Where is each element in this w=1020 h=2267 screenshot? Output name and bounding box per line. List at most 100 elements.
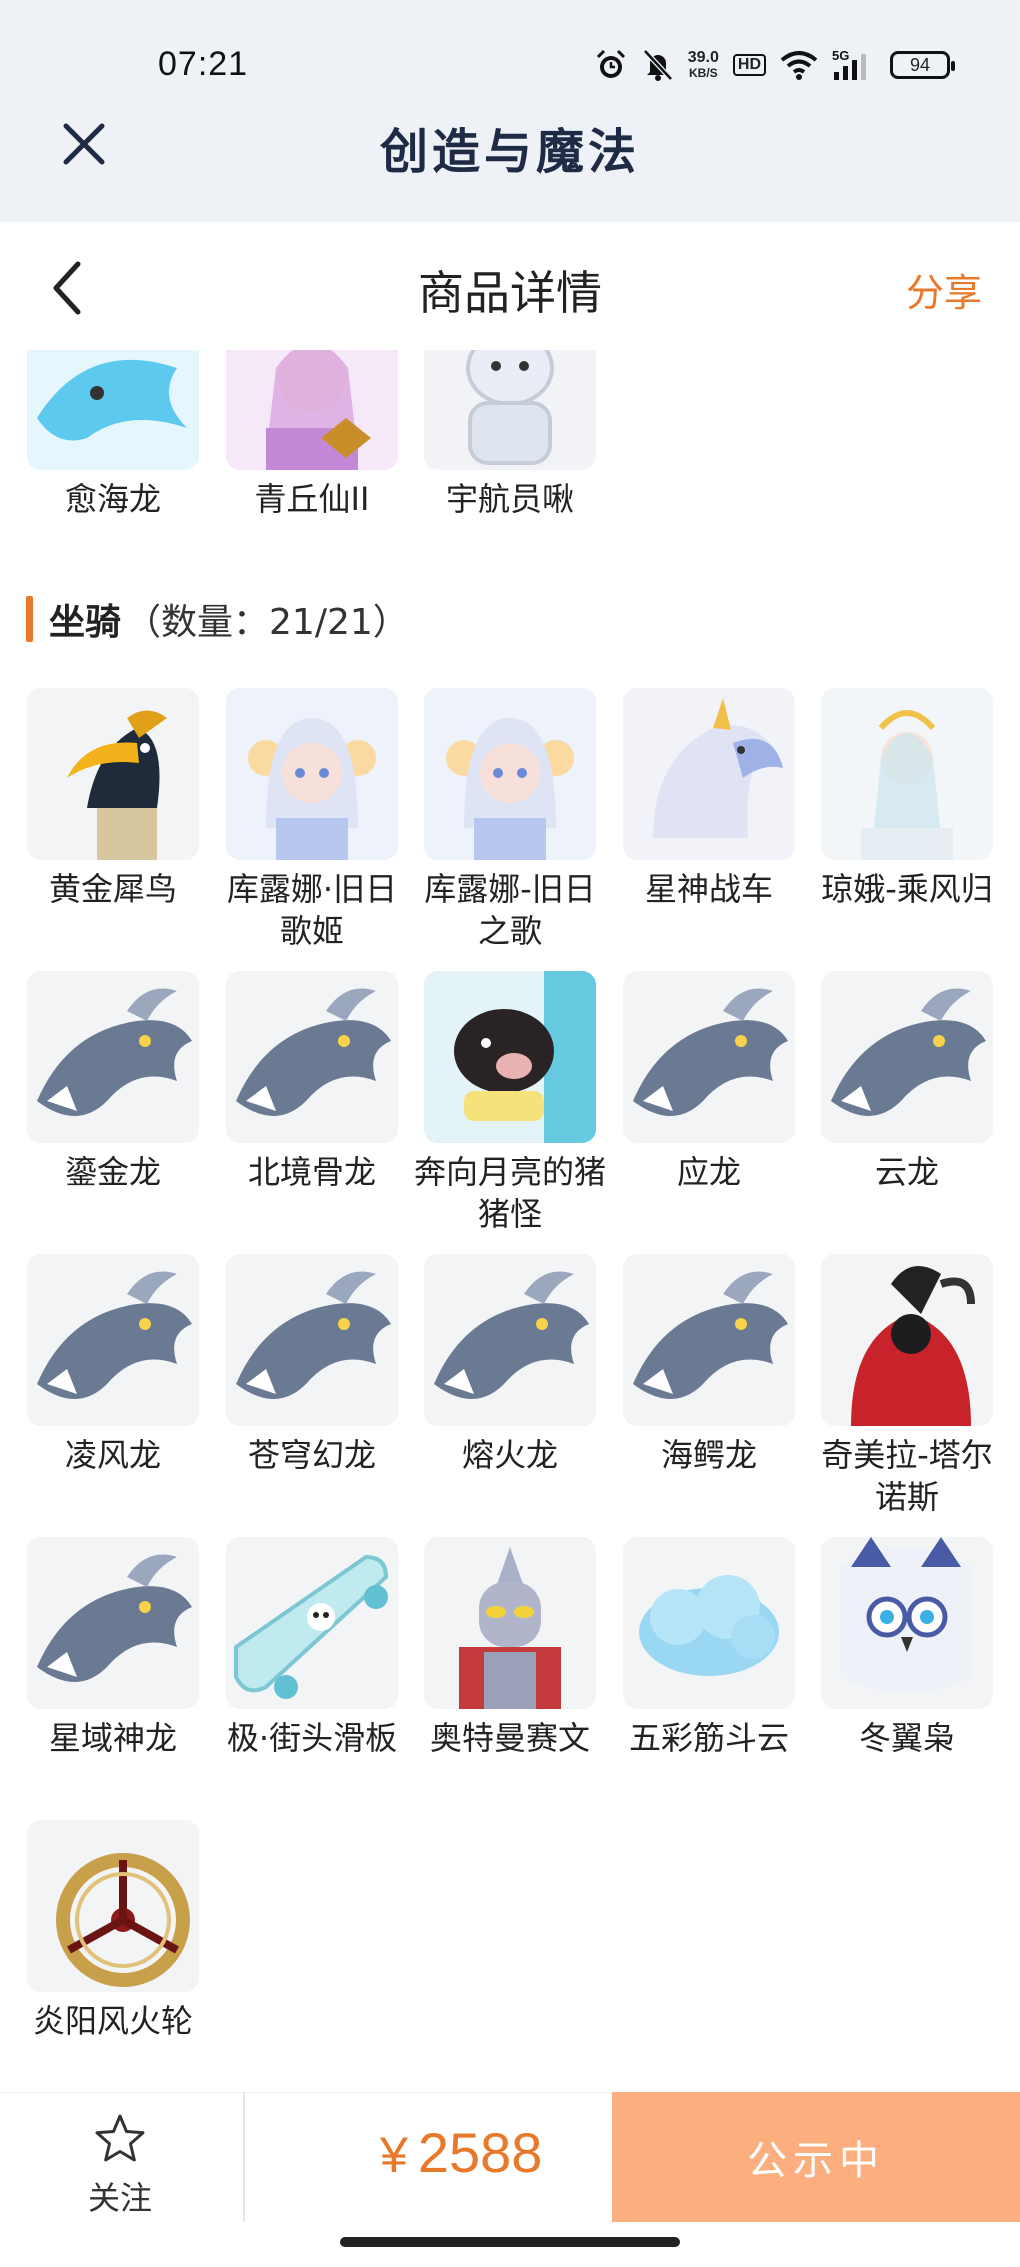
astronaut-pet-portrait-icon: [424, 350, 596, 470]
skateboard-mount-icon: [226, 1537, 398, 1709]
section-accent-bar: [26, 596, 33, 642]
dragon-mount-icon: [27, 1254, 199, 1426]
dragon-mount-icon: [623, 1254, 795, 1426]
mounts-section-header: 坐骑 （数量：21/21）: [26, 593, 409, 645]
item-card[interactable]: 冬翼枭: [821, 1537, 993, 1759]
item-card[interactable]: 青丘仙II: [226, 350, 398, 520]
item-card[interactable]: 黄金犀鸟: [27, 688, 199, 910]
pig-mount-icon: [424, 971, 596, 1143]
star-icon: [95, 2114, 145, 2162]
status-time: 07:21: [158, 45, 249, 83]
fox-fairy-portrait-icon: [226, 350, 398, 470]
mute-bell-icon: [642, 48, 674, 82]
follow-button[interactable]: 关注: [60, 2111, 180, 2219]
item-label: 凌风龙: [64, 1436, 161, 1474]
wheel-mount-icon: [27, 1820, 199, 1992]
currency-symbol: ¥: [380, 2127, 408, 2183]
dragon-mount-icon: [424, 1254, 596, 1426]
item-card[interactable]: 宇航员啾: [424, 350, 596, 520]
item-card[interactable]: 凌风龙: [27, 1254, 199, 1476]
item-card[interactable]: 库露娜-旧日之歌: [424, 688, 596, 952]
item-label: 奥特曼赛文: [429, 1719, 590, 1757]
hero-mount-icon: [424, 1537, 596, 1709]
item-label: 黄金犀鸟: [48, 870, 177, 908]
app-header: 07:21 39.0 KB/S HD 5G 94 创造与魔法: [0, 0, 1020, 222]
dragon-portrait-icon: [27, 350, 199, 470]
dragon-mount-icon: [821, 971, 993, 1143]
item-label: 云龙: [874, 1153, 939, 1191]
fairy-mount-icon: [821, 688, 993, 860]
singer-mount-icon: [226, 688, 398, 860]
network-type: 5G: [832, 48, 849, 63]
item-label: 鎏金龙: [64, 1153, 161, 1191]
item-label: 极·街头滑板: [226, 1719, 398, 1757]
bottom-divider: [243, 2092, 245, 2222]
item-label: 五彩筋斗云: [628, 1719, 789, 1757]
item-card[interactable]: 奇美拉-塔尔诺斯: [821, 1254, 993, 1518]
dragon-mount-icon: [27, 1537, 199, 1709]
item-card[interactable]: 鎏金龙: [27, 971, 199, 1193]
item-label: 奔向月亮的猪猪怪: [413, 1153, 606, 1233]
item-label: 愈海龙: [64, 480, 161, 518]
item-label: 熔火龙: [461, 1436, 558, 1474]
home-indicator[interactable]: [340, 2237, 680, 2247]
item-label: 青丘仙II: [254, 480, 370, 518]
item-card[interactable]: 五彩筋斗云: [623, 1537, 795, 1759]
item-card[interactable]: 奥特曼赛文: [424, 1537, 596, 1759]
status-button[interactable]: 公示中: [612, 2092, 1020, 2222]
owl-mount-icon: [821, 1537, 993, 1709]
follow-label: 关注: [87, 2179, 152, 2217]
item-card[interactable]: 星神战车: [623, 688, 795, 910]
item-card[interactable]: 库露娜·旧日歌姬: [226, 688, 398, 952]
item-label: 库露娜·旧日歌姬: [226, 870, 398, 950]
share-button[interactable]: 分享: [906, 262, 982, 317]
item-card[interactable]: 应龙: [623, 971, 795, 1193]
item-label: 炎阳风火轮: [32, 2002, 193, 2040]
hd-badge: HD: [732, 54, 766, 76]
item-card[interactable]: 云龙: [821, 971, 993, 1193]
item-label: 宇航员啾: [445, 480, 574, 518]
item-card[interactable]: 熔火龙: [424, 1254, 596, 1476]
item-label: 应龙: [676, 1153, 741, 1191]
dragon-mount-icon: [226, 1254, 398, 1426]
app-title: 创造与魔法: [379, 124, 640, 180]
cloud-mount-icon: [623, 1537, 795, 1709]
item-card[interactable]: 北境骨龙: [226, 971, 398, 1193]
item-label: 北境骨龙: [247, 1153, 376, 1191]
section-title: 坐骑: [49, 602, 122, 643]
signal-icon: 5G: [832, 48, 876, 82]
item-list: 愈海龙 青丘仙II 宇航员啾 坐骑 （数量：21/21） 黄金犀鸟 库露娜·旧日歌姬库…: [0, 350, 1020, 2092]
item-card[interactable]: 星域神龙: [27, 1537, 199, 1759]
dragon-mount-icon: [27, 971, 199, 1143]
item-card[interactable]: 奔向月亮的猪猪怪: [414, 971, 606, 1235]
item-label: 琼娥-乘风归: [821, 870, 993, 908]
status-bar: 07:21 39.0 KB/S HD 5G 94: [0, 0, 1020, 120]
singer-mount-icon: [424, 688, 596, 860]
item-card[interactable]: 海鳄龙: [623, 1254, 795, 1476]
item-label: 星神战车: [644, 870, 773, 908]
item-label: 库露娜-旧日之歌: [424, 870, 596, 950]
item-label: 奇美拉-塔尔诺斯: [821, 1436, 993, 1516]
item-card[interactable]: 愈海龙: [27, 350, 199, 520]
chariot-mount-icon: [623, 688, 795, 860]
dragon-mount-icon: [623, 971, 795, 1143]
chimera-mount-icon: [821, 1254, 993, 1426]
page-title: 商品详情: [418, 266, 602, 320]
item-label: 苍穹幻龙: [247, 1436, 376, 1474]
item-label: 冬翼枭: [858, 1719, 955, 1757]
network-speed: 39.0 KB/S: [687, 48, 719, 80]
item-card[interactable]: 炎阳风火轮: [27, 1820, 199, 2042]
item-label: 星域神龙: [48, 1719, 177, 1757]
item-card[interactable]: 苍穹幻龙: [226, 1254, 398, 1476]
hornbill-mount-icon: [27, 688, 199, 860]
price: ¥2588: [380, 2120, 542, 2185]
alarm-icon: [594, 48, 628, 82]
dragon-mount-icon: [226, 971, 398, 1143]
item-card[interactable]: 极·街头滑板: [226, 1537, 398, 1759]
battery-icon: 94: [890, 51, 955, 79]
page-nav: 商品详情 分享: [0, 222, 1020, 350]
wifi-icon: [780, 50, 818, 80]
section-count: （数量：21/21）: [125, 602, 409, 643]
price-value: 2588: [417, 2121, 543, 2184]
item-card[interactable]: 琼娥-乘风归: [821, 688, 993, 910]
